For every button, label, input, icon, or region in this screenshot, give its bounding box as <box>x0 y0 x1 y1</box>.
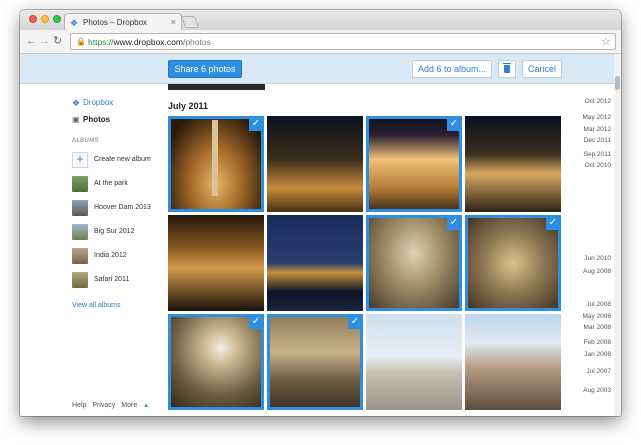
cancel-button[interactable]: Cancel <box>522 60 562 78</box>
url-path: /photos <box>182 37 211 47</box>
help-link[interactable]: Help <box>72 402 86 409</box>
dropbox-favicon-icon: ❖ <box>70 18 79 28</box>
photo-tile[interactable]: ✓ <box>168 314 264 410</box>
maximize-window-icon[interactable] <box>53 15 61 23</box>
timeline-date[interactable]: Jul 2007 <box>586 368 611 375</box>
photo-grid: ✓ ✓ ✓ ✓ ✓ ✓ <box>168 116 562 416</box>
sidebar: ❖ Dropbox ▣ Photos ALBUMS + Create new a… <box>20 84 160 416</box>
photo-tile[interactable] <box>366 314 462 410</box>
delete-button[interactable] <box>498 60 516 78</box>
photo-tile[interactable]: ✓ <box>366 116 462 212</box>
checkmark-icon[interactable]: ✓ <box>348 315 362 329</box>
albums-heading: ALBUMS <box>72 138 100 144</box>
timeline-date[interactable]: Aug 2008 <box>583 268 611 275</box>
album-item[interactable]: At the park <box>72 176 162 192</box>
timeline: Oct 2012 May 2012 Mar 2012 Dec 2011 Sep … <box>566 84 611 416</box>
create-album-label: Create new album <box>94 156 151 163</box>
photo-tile[interactable] <box>267 215 363 311</box>
selection-action-bar: Share 6 photos Add 6 to album... Cancel <box>20 54 621 84</box>
timeline-date[interactable]: Feb 2008 <box>584 339 611 346</box>
close-window-icon[interactable] <box>29 15 37 23</box>
url-scheme: https:// <box>88 37 114 47</box>
timeline-date[interactable]: Jan 2008 <box>584 351 611 358</box>
plus-icon: + <box>72 152 88 168</box>
tab-strip: ❖ Photos – Dropbox × <box>20 10 621 31</box>
create-album-button[interactable]: + Create new album <box>72 152 162 168</box>
photo-tile[interactable]: ✓ <box>465 215 561 311</box>
timeline-date[interactable]: May 2008 <box>582 313 611 320</box>
reload-icon[interactable]: ↻ <box>53 35 62 47</box>
sidebar-item-photos[interactable]: Photos <box>83 115 110 124</box>
album-item[interactable]: Big Sur 2012 <box>72 224 162 240</box>
bookmark-star-icon[interactable]: ☆ <box>601 35 611 48</box>
footer-links: Help Privacy More ▲ <box>72 402 153 409</box>
previous-photo-row <box>168 84 265 90</box>
add-to-album-button[interactable]: Add 6 to album... <box>412 60 492 78</box>
close-tab-icon[interactable]: × <box>171 17 176 27</box>
timeline-date[interactable]: Oct 2010 <box>585 162 611 169</box>
timeline-date[interactable]: Dec 2011 <box>584 137 611 144</box>
album-item[interactable]: Safari 2011 <box>72 272 162 288</box>
album-thumbnail <box>72 224 88 240</box>
timeline-date[interactable]: May 2012 <box>582 114 611 121</box>
back-arrow-icon[interactable]: ← <box>26 35 37 47</box>
photos-icon: ▣ <box>72 115 80 124</box>
forward-arrow-icon[interactable]: → <box>39 35 50 47</box>
album-thumbnail <box>72 200 88 216</box>
privacy-link[interactable]: Privacy <box>92 402 115 409</box>
album-thumbnail <box>72 272 88 288</box>
photo-tile[interactable]: ✓ <box>267 314 363 410</box>
photo-tile[interactable] <box>465 314 561 410</box>
photo-tile[interactable]: ✓ <box>168 116 264 212</box>
minimize-window-icon[interactable] <box>41 15 49 23</box>
share-photos-button[interactable]: Share 6 photos <box>168 60 242 78</box>
scrollbar[interactable] <box>614 54 621 416</box>
album-thumbnail <box>72 248 88 264</box>
checkmark-icon[interactable]: ✓ <box>447 216 461 230</box>
browser-tab[interactable]: ❖ Photos – Dropbox × <box>64 13 182 31</box>
more-link[interactable]: More <box>121 402 137 409</box>
timeline-date[interactable]: Mar 2012 <box>584 126 611 133</box>
timeline-date[interactable]: Sep 2011 <box>584 151 611 158</box>
album-label: Hoover Dam 2013 <box>94 204 151 211</box>
new-tab-button[interactable] <box>180 16 200 28</box>
photo-tile[interactable]: ✓ <box>366 215 462 311</box>
album-label: India 2012 <box>94 252 127 259</box>
month-heading: July 2011 <box>168 101 209 111</box>
album-label: Safari 2011 <box>94 276 130 283</box>
dropbox-logo-icon: ❖ <box>72 98 81 108</box>
checkmark-icon[interactable]: ✓ <box>447 117 461 131</box>
timeline-date[interactable]: Oct 2012 <box>585 98 611 105</box>
checkmark-icon[interactable]: ✓ <box>249 315 263 329</box>
navigation-bar: ← → ↻ 🔒 https://www.dropbox.com/photos ☆ <box>20 30 621 54</box>
browser-window: ❖ Photos – Dropbox × ← → ↻ 🔒 https://www… <box>20 10 621 416</box>
sidebar-item-dropbox[interactable]: Dropbox <box>83 98 113 107</box>
url-host: www.dropbox.com <box>113 37 183 47</box>
photo-detail <box>212 120 218 196</box>
tab-title: Photos – Dropbox <box>83 18 148 27</box>
photo-tile[interactable] <box>267 116 363 212</box>
album-label: At the park <box>94 180 128 187</box>
album-thumbnail <box>72 176 88 192</box>
album-label: Big Sur 2012 <box>94 228 135 235</box>
view-all-albums-link[interactable]: View all albums <box>72 302 121 309</box>
scrollbar-thumb[interactable] <box>615 76 620 90</box>
checkmark-icon[interactable]: ✓ <box>249 117 263 131</box>
lock-icon: 🔒 <box>76 37 86 46</box>
timeline-date[interactable]: Mar 2008 <box>584 324 611 331</box>
album-item[interactable]: India 2012 <box>72 248 162 264</box>
photo-tile[interactable] <box>168 215 264 311</box>
address-bar[interactable]: 🔒 https://www.dropbox.com/photos ☆ <box>70 33 616 50</box>
caret-up-icon[interactable]: ▲ <box>143 403 149 409</box>
photo-tile[interactable] <box>465 116 561 212</box>
timeline-date[interactable]: Aug 2003 <box>583 387 611 394</box>
album-item[interactable]: Hoover Dam 2013 <box>72 200 162 216</box>
checkmark-icon[interactable]: ✓ <box>546 216 560 230</box>
trash-icon <box>503 63 511 73</box>
timeline-date[interactable]: Jul 2008 <box>586 301 611 308</box>
timeline-date[interactable]: Jun 2010 <box>584 255 611 262</box>
